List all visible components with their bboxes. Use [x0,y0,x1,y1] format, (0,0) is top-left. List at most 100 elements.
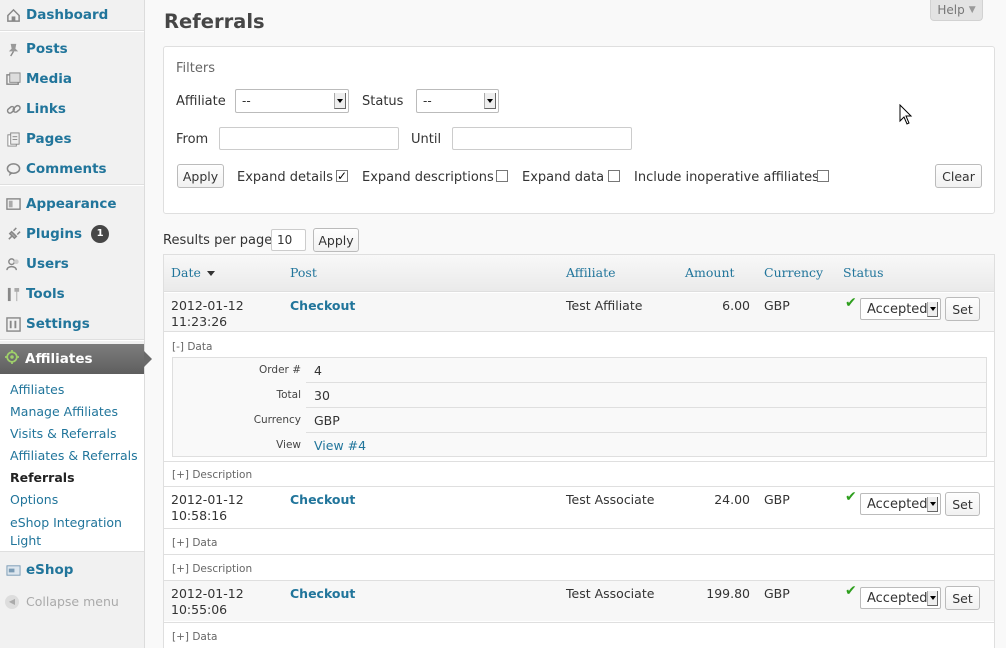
results-per-page-input[interactable] [271,229,306,251]
date-text: 2012-01-12 [171,586,244,601]
row-post-link[interactable]: Checkout [290,298,355,313]
status-value: Accepted [867,496,928,512]
submenu-referrals[interactable]: Referrals [10,470,75,485]
menu-label: Pages [26,131,72,147]
row-post-link[interactable]: Checkout [290,586,355,601]
until-date-input[interactable] [452,127,632,150]
column-currency[interactable]: Currency [764,265,823,280]
menu-label: Users [26,256,69,272]
settings-icon [5,316,21,332]
menu-affiliates[interactable]: Affiliates [0,344,152,374]
submenu-affiliates-referrals[interactable]: Affiliates & Referrals [10,448,138,463]
dashboard-icon [5,7,21,23]
time-text: 10:55:06 [171,602,228,617]
admin-sidebar: Dashboard Posts Media Links Pages Commen… [0,0,152,648]
pin-icon [5,41,21,57]
column-date[interactable]: Date [171,265,215,280]
collapse-menu[interactable]: ◀ Collapse menu [5,594,119,609]
accepted-check-icon: ✔ [845,583,857,599]
affiliates-submenu: Affiliates Manage Affiliates Visits & Re… [0,374,144,552]
row-date: 2012-01-12 10:58:16 [171,492,244,524]
menu-posts[interactable]: Posts [0,34,144,64]
filter-clear-button[interactable]: Clear [935,164,982,188]
row-post-link[interactable]: Checkout [290,492,355,507]
accepted-check-icon: ✔ [845,489,857,505]
menu-label: Plugins [26,226,83,242]
table-row: 2012-01-12 10:55:06 Checkout Test Associa… [164,581,994,621]
filters-panel: Filters Affiliate -- Status -- From Unti… [163,46,995,214]
row-currency: GBP [764,298,790,313]
results-apply-button[interactable]: Apply [313,228,359,252]
table-row: 2012-01-12 10:58:16 Checkout Test Associa… [164,487,994,527]
date-text: 2012-01-12 [171,298,244,313]
results-per-page-label: Results per page [163,233,273,248]
menu-label: Appearance [26,196,117,212]
status-value: Accepted [867,590,928,606]
column-affiliate[interactable]: Affiliate [566,265,616,280]
menu-tools[interactable]: Tools [0,279,144,309]
from-date-input[interactable] [219,127,399,150]
detail-label: Total [276,389,301,401]
column-amount[interactable]: Amount [685,265,735,280]
row-set-button[interactable]: Set [945,492,980,516]
time-text: 11:23:26 [171,314,228,329]
menu-appearance[interactable]: Appearance [0,189,144,219]
menu-dashboard[interactable]: Dashboard [0,0,144,30]
row-status-select[interactable]: Accepted [860,493,941,515]
chevron-down-icon [927,302,938,317]
submenu-eshop-integration[interactable]: eShop Integration Light [10,514,135,550]
date-text: 2012-01-12 [171,492,244,507]
column-post[interactable]: Post [290,265,317,280]
data-toggle[interactable]: [-] Data [172,341,212,353]
menu-media[interactable]: Media [0,64,144,94]
row-status-select[interactable]: Accepted [860,587,941,609]
users-icon [5,256,21,272]
data-toggle[interactable]: [+] Data [172,537,217,549]
menu-comments[interactable]: Comments [0,154,144,184]
row-amount: 199.80 [706,586,750,601]
time-text: 10:58:16 [171,508,228,523]
row-affiliate: Test Affiliate [566,298,643,313]
description-toggle[interactable]: [+] Description [172,563,252,575]
menu-users[interactable]: Users [0,249,144,279]
until-label: Until [411,132,442,147]
detail-label: View [276,439,301,451]
referrals-table: Date Post Affiliate Amount Currency Stat… [163,254,995,648]
row-divider [164,622,994,623]
help-label: Help [937,3,965,17]
menu-eshop[interactable]: eShop [0,555,144,585]
expand-descriptions-checkbox[interactable] [496,170,508,182]
menu-label: Comments [26,161,107,177]
view-order-link[interactable]: View #4 [314,438,366,453]
row-set-button[interactable]: Set [945,586,980,610]
comment-icon [5,161,21,177]
menu-settings[interactable]: Settings [0,309,144,339]
submenu-options[interactable]: Options [10,492,58,507]
menu-plugins[interactable]: Plugins 1 [0,219,144,249]
row-status-select[interactable]: Accepted [860,298,941,320]
submenu-visits-referrals[interactable]: Visits & Referrals [10,426,116,441]
expand-details-checkbox[interactable]: ✓ [336,170,348,182]
column-label: Date [171,265,201,280]
expand-data-checkbox[interactable] [608,170,620,182]
pages-icon [5,131,21,147]
menu-label: Links [26,101,66,117]
menu-links[interactable]: Links [0,94,144,124]
filter-apply-button[interactable]: Apply [177,164,224,188]
row-affiliate: Test Associate [566,492,655,507]
data-toggle[interactable]: [+] Data [172,631,217,643]
description-toggle[interactable]: [+] Description [172,469,252,481]
submenu-manage-affiliates[interactable]: Manage Affiliates [10,404,118,419]
menu-pages[interactable]: Pages [0,124,144,154]
plugin-icon [5,226,21,242]
row-set-button[interactable]: Set [945,297,980,321]
affiliate-filter-select[interactable]: -- [235,89,349,113]
status-filter-select[interactable]: -- [416,89,499,113]
help-button[interactable]: Help ▼ [930,0,983,21]
include-inoperative-checkbox[interactable] [817,170,829,182]
submenu-affiliates[interactable]: Affiliates [10,382,64,397]
column-status[interactable]: Status [843,265,884,280]
accepted-check-icon: ✔ [845,295,857,311]
sort-desc-icon [206,271,215,276]
affiliate-filter-value: -- [242,94,251,108]
